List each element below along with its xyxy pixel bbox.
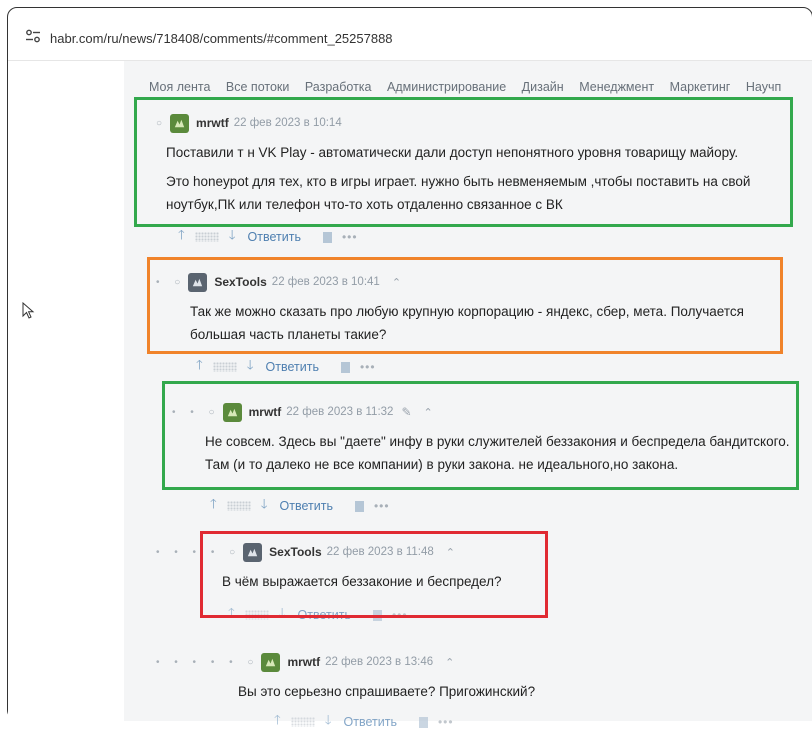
comment-5: • • • • • ○ mrwtf 22 фев 2023 в 13:46 ⌃ … [156,652,756,709]
vote-down-icon[interactable]: 🡓 [229,226,236,248]
comment-time[interactable]: 22 фев 2023 в 13:46 [325,656,433,668]
comment-actions: 🡑 🡓 Ответить ••• [196,357,376,377]
bookmark-icon[interactable] [322,231,332,243]
rating-placeholder [194,232,219,242]
nav-item-development[interactable]: Разработка [305,80,372,94]
nav-item-popsci[interactable]: Научп [746,80,781,94]
nav-item-management[interactable]: Менеджмент [579,80,654,94]
more-options-icon[interactable]: ••• [342,230,358,244]
hub-navigation: Моя лента Все потоки Разработка Админист… [149,80,793,94]
nav-item-all-streams[interactable]: Все потоки [226,80,289,94]
comment-author[interactable]: mrwtf [287,655,320,669]
comment-header: • • • • • ○ mrwtf 22 фев 2023 в 13:46 ⌃ [156,652,756,672]
reply-button[interactable]: Ответить [344,715,397,729]
vote-down-icon[interactable]: 🡓 [247,356,254,378]
vote-up-icon[interactable]: 🡑 [274,711,281,733]
highlight-box-green-2 [162,381,799,490]
comment-body: Вы это серьезно спрашиваете? Пригожински… [238,680,756,703]
nav-item-my-feed[interactable]: Моя лента [149,80,210,94]
left-gutter [8,61,124,721]
more-options-icon[interactable]: ••• [438,715,454,729]
highlight-box-red [200,531,548,618]
rating-placeholder [226,501,251,511]
mouse-cursor-icon [22,302,35,319]
user-avatar-icon [266,658,276,666]
reply-button[interactable]: Ответить [266,360,319,374]
comment-actions: 🡑 🡓 Ответить ••• [274,712,454,732]
vote-up-icon[interactable]: 🡑 [210,495,217,517]
url-text[interactable]: habr.com/ru/news/718408/comments/#commen… [50,31,393,46]
nav-item-design[interactable]: Дизайн [522,80,564,94]
rating-placeholder [212,362,237,372]
nav-item-marketing[interactable]: Маркетинг [670,80,731,94]
reply-button[interactable]: Ответить [248,230,301,244]
comment-text: Вы это серьезно спрашиваете? Пригожински… [238,684,536,699]
thread-level-dots: • • • • • ○ [156,656,260,668]
more-options-icon[interactable]: ••• [374,499,390,513]
vote-up-icon[interactable]: 🡑 [196,356,203,378]
bookmark-icon[interactable] [340,361,350,373]
bookmark-icon[interactable] [354,500,364,512]
comment-actions: 🡑 🡓 Ответить ••• [178,227,358,247]
vote-down-icon[interactable]: 🡓 [325,711,332,733]
highlight-box-green-1 [134,97,793,227]
highlight-box-orange [147,257,783,354]
nav-item-administration[interactable]: Администрирование [387,80,506,94]
address-bar[interactable]: habr.com/ru/news/718408/comments/#commen… [8,18,812,61]
comment-actions: 🡑 🡓 Ответить ••• [210,496,390,516]
parent-comment-icon[interactable]: ⌃ [445,656,454,669]
more-options-icon[interactable]: ••• [360,360,376,374]
vote-down-icon[interactable]: 🡓 [261,495,268,517]
vote-up-icon[interactable]: 🡑 [178,226,185,248]
reply-button[interactable]: Ответить [280,499,333,513]
site-settings-icon[interactable] [22,28,44,50]
avatar[interactable] [261,652,281,672]
